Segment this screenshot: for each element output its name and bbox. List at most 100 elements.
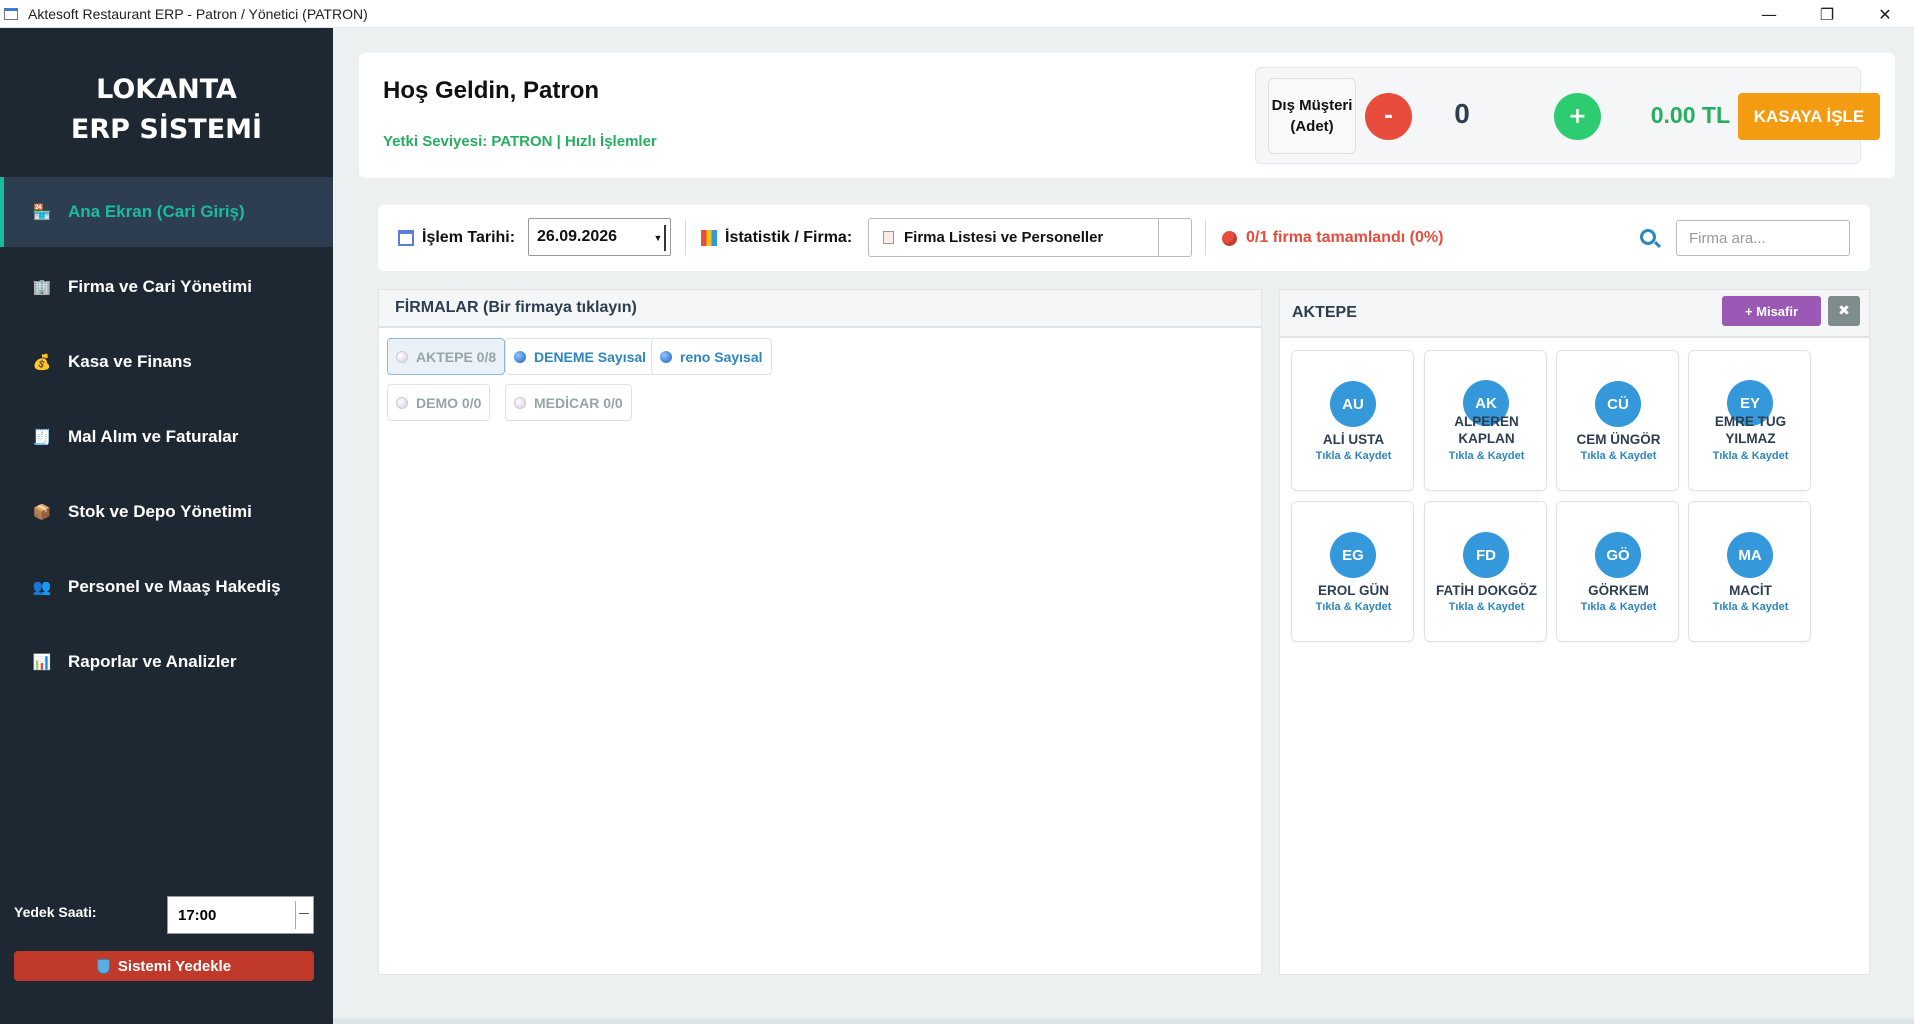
staff-action-link[interactable]: Tıkla & Kaydet xyxy=(1691,601,1810,613)
avatar: EG xyxy=(1330,532,1376,578)
backup-system-button[interactable]: Sistemi Yedekle xyxy=(14,951,314,981)
date-picker[interactable]: 26.09.2026 ▼ xyxy=(528,218,671,256)
welcome-title: Hoş Geldin, Patron xyxy=(383,77,600,104)
avatar: MA xyxy=(1727,532,1773,578)
firm-chip-deneme[interactable]: DENEME Sayısal xyxy=(505,338,656,375)
shield-icon xyxy=(96,958,110,974)
sidebar-item-firms[interactable]: 🏢 Firma ve Cari Yönetimi xyxy=(0,252,333,322)
sidebar-item-label: Mal Alım ve Faturalar xyxy=(68,427,239,446)
staff-card[interactable]: EG EROL GÜN Tıkla & Kaydet xyxy=(1291,501,1414,642)
light-dot-icon xyxy=(396,396,408,409)
brand-line-1: LOKANTA xyxy=(96,74,237,105)
firms-panel: FİRMALAR (Bir firmaya tıklayın) AKTEPE 0… xyxy=(378,289,1262,975)
date-value: 26.09.2026 xyxy=(537,228,618,245)
external-customer-label-line1: Dış Müşteri xyxy=(1271,97,1353,114)
staff-card[interactable]: MA MACİT Tıkla & Kaydet xyxy=(1688,501,1811,642)
post-to-cashier-button[interactable]: KASAYA İŞLE xyxy=(1738,93,1880,140)
firm-chip-aktepe[interactable]: AKTEPE 0/8 xyxy=(387,338,506,375)
document-icon xyxy=(883,231,894,244)
external-customer-label: Dış Müşteri (Adet) xyxy=(1268,78,1356,154)
sidebar-item-label: Stok ve Depo Yönetimi xyxy=(68,502,252,521)
window-controls: — ❐ ✕ xyxy=(1740,0,1914,28)
stats-label: İstatistik / Firma: xyxy=(725,229,853,246)
sidebar-item-finance[interactable]: 💰 Kasa ve Finans xyxy=(0,327,333,397)
staff-action-link[interactable]: Tıkla & Kaydet xyxy=(1559,601,1678,613)
sidebar-item-home[interactable]: 🏪 Ana Ekran (Cari Giriş) xyxy=(0,177,333,247)
sidebar-item-stock[interactable]: 📦 Stok ve Depo Yönetimi xyxy=(0,477,333,547)
staff-card[interactable]: AK ALPEREN KAPLAN Tıkla & Kaydet xyxy=(1424,350,1547,491)
sidebar-item-purchases[interactable]: 🧾 Mal Alım ve Faturalar xyxy=(0,402,333,472)
stats-label-group: İstatistik / Firma: xyxy=(701,229,852,247)
bar-chart-icon xyxy=(701,230,717,246)
backup-time-value: 17:00 xyxy=(178,906,217,924)
sidebar-item-label: Ana Ekran (Cari Giriş) xyxy=(68,202,245,221)
staff-name: CEM ÜNGÖR xyxy=(1576,432,1661,447)
light-dot-icon xyxy=(514,396,526,409)
staff-action-link[interactable]: Tıkla & Kaydet xyxy=(1427,601,1546,613)
firm-select-dropdown[interactable]: Firma Listesi ve Personeller xyxy=(868,218,1192,257)
sidebar-item-label: Raporlar ve Analizler xyxy=(68,652,237,671)
staff-panel: AKTEPE + Misafir ✖ AU ALİ USTA Tıkla & K… xyxy=(1279,289,1870,975)
time-spinner[interactable] xyxy=(295,901,311,929)
header-panel: Hoş Geldin, Patron Yetki Seviyesi: PATRO… xyxy=(359,53,1895,178)
staff-card[interactable]: CÜ CEM ÜNGÖR Tıkla & Kaydet xyxy=(1556,350,1679,491)
sidebar-item-staff[interactable]: 👥 Personel ve Maaş Hakediş xyxy=(0,552,333,622)
staff-action-link[interactable]: Tıkla & Kaydet xyxy=(1294,450,1413,462)
close-window-button[interactable]: ✕ xyxy=(1856,0,1914,28)
authority-level: Yetki Seviyesi: PATRON | Hızlı İşlemler xyxy=(383,133,657,150)
sidebar-item-reports[interactable]: 📊 Raporlar ve Analizler xyxy=(0,627,333,697)
backup-time-input[interactable]: 17:00 xyxy=(167,896,314,934)
firm-search-input[interactable] xyxy=(1676,220,1850,256)
sidebar-item-label: Personel ve Maaş Hakediş xyxy=(68,577,281,596)
firm-chip-label: DENEME Sayısal xyxy=(534,348,647,365)
light-dot-icon xyxy=(396,350,408,363)
staff-card[interactable]: FD FATİH DOKGÖZ Tıkla & Kaydet xyxy=(1424,501,1547,642)
maximize-button[interactable]: ❐ xyxy=(1798,0,1856,28)
firm-chip-label: DEMO 0/0 xyxy=(416,394,482,411)
bar-chart-icon: 📊 xyxy=(32,654,52,671)
firm-chip-label: MEDİCAR 0/0 xyxy=(534,394,623,411)
red-status-icon xyxy=(1222,230,1237,246)
search-icon xyxy=(1640,229,1656,245)
bottom-strip xyxy=(333,1018,1914,1024)
divider xyxy=(685,219,686,255)
window-title: Aktesoft Restaurant ERP - Patron / Yönet… xyxy=(28,5,368,22)
customer-count: 0 xyxy=(1454,98,1470,129)
staff-card[interactable]: EY EMRE TUG YILMAZ Tıkla & Kaydet xyxy=(1688,350,1811,491)
sidebar-item-label: Kasa ve Finans xyxy=(68,352,192,371)
staff-action-link[interactable]: Tıkla & Kaydet xyxy=(1294,601,1413,613)
brand-line-2: ERP SİSTEMİ xyxy=(70,114,263,145)
sidebar-item-label: Firma ve Cari Yönetimi xyxy=(68,277,252,296)
firm-chip-demo[interactable]: DEMO 0/0 xyxy=(387,384,491,421)
close-panel-button[interactable]: ✖ xyxy=(1828,296,1860,326)
add-guest-button[interactable]: + Misafir xyxy=(1722,296,1821,326)
staff-panel-header: AKTEPE + Misafir ✖ xyxy=(1280,290,1869,338)
building-icon: 🏢 xyxy=(32,279,52,296)
backup-button-label: Sistemi Yedekle xyxy=(117,957,232,975)
sidebar: LOKANTA ERP SİSTEMİ 🏪 Ana Ekran (Cari Gi… xyxy=(0,28,333,1024)
staff-name: ALİ USTA xyxy=(1322,432,1385,447)
staff-name: EMRE TUG YILMAZ xyxy=(1714,414,1787,446)
app-icon xyxy=(4,7,18,20)
decrement-button[interactable]: - xyxy=(1365,93,1412,140)
staff-name: GÖRKEM xyxy=(1588,583,1649,598)
staff-action-link[interactable]: Tıkla & Kaydet xyxy=(1559,450,1678,462)
increment-button[interactable]: + xyxy=(1554,93,1601,140)
staff-action-link[interactable]: Tıkla & Kaydet xyxy=(1691,450,1810,462)
filter-bar: İşlem Tarihi: 26.09.2026 ▼ İstatistik / … xyxy=(378,205,1870,271)
backup-time-label: Yedek Saati: xyxy=(14,904,97,920)
staff-name: MACİT xyxy=(1729,583,1772,598)
firm-chip-medicar[interactable]: MEDİCAR 0/0 xyxy=(505,384,632,421)
staff-action-link[interactable]: Tıkla & Kaydet xyxy=(1427,450,1546,462)
date-label: İşlem Tarihi: xyxy=(422,229,516,246)
external-customer-counter: Dış Müşteri (Adet) - 0 + 0.00 TL KASAYA … xyxy=(1255,67,1880,164)
firm-chip-label: AKTEPE 0/8 xyxy=(416,348,497,365)
firm-chip-reno[interactable]: reno Sayısal xyxy=(651,338,772,375)
staff-card[interactable]: AU ALİ USTA Tıkla & Kaydet xyxy=(1291,350,1414,491)
minimize-button[interactable]: — xyxy=(1740,0,1798,28)
blue-dot-icon xyxy=(514,350,526,363)
staff-card[interactable]: GÖ GÖRKEM Tıkla & Kaydet xyxy=(1556,501,1679,642)
completion-status: 0/1 firma tamamlandı (0%) xyxy=(1222,229,1443,247)
divider xyxy=(1205,219,1206,255)
chevron-down-icon[interactable]: ▼ xyxy=(652,225,666,251)
